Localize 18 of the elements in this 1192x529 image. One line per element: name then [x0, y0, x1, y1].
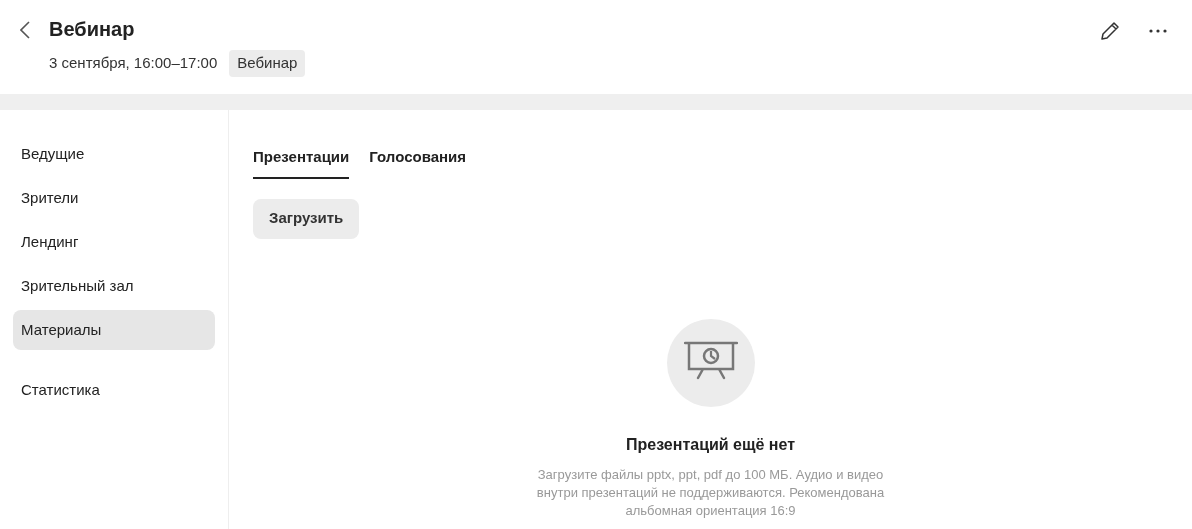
- upload-button[interactable]: Загрузить: [253, 198, 360, 239]
- sidebar-item[interactable]: Статистика: [13, 370, 215, 410]
- sidebar-item[interactable]: Материалы: [13, 310, 215, 350]
- tab[interactable]: Голосования: [369, 146, 467, 179]
- event-date: 3 сентября, 16:00–17:00: [49, 53, 218, 73]
- pencil-icon: [1100, 21, 1120, 41]
- empty-state-title: Презентаций ещё нет: [625, 434, 796, 455]
- sidebar-item[interactable]: Зрительный зал: [13, 266, 215, 306]
- sidebar-item[interactable]: Лендинг: [13, 222, 215, 262]
- event-type-tag: Вебинар: [229, 50, 306, 77]
- sidebar-item[interactable]: Зрители: [13, 178, 215, 218]
- sidebar-item[interactable]: Ведущие: [13, 134, 215, 174]
- edit-button[interactable]: [1098, 19, 1122, 43]
- empty-state-description: Загрузите файлы pptx, ppt, pdf до 100 МБ. Аудио и видео внутри презентаций не поддерживаются. Рекомендована альбомная ориентация 16:9: [535, 465, 886, 520]
- page-title: Вебинар: [49, 17, 136, 41]
- tab[interactable]: Презентации: [253, 146, 350, 179]
- more-icon: [1149, 29, 1167, 33]
- back-icon: [20, 21, 30, 39]
